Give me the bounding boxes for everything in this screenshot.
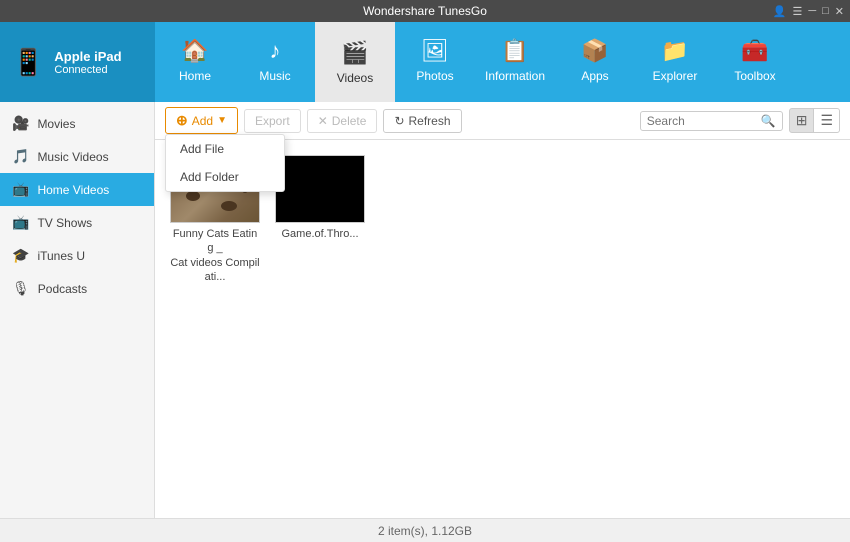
- add-dropdown-arrow: ▼: [217, 115, 227, 126]
- nav-label-toolbox: Toolbox: [734, 69, 775, 83]
- toolbar: ⊕ Add ▼ Add File Add Folder Export ✕ Del…: [155, 102, 850, 140]
- sidebar-item-tv-shows[interactable]: 📺 TV Shows: [0, 206, 154, 239]
- user-icon[interactable]: 👤: [773, 5, 787, 18]
- sidebar-label-home-videos: Home Videos: [37, 183, 109, 197]
- nav-item-information[interactable]: 📋 Information: [475, 22, 555, 102]
- app-title: Wondershare TunesGo: [363, 4, 487, 18]
- add-label: Add: [192, 114, 213, 128]
- nav-item-videos[interactable]: 🎬 Videos: [315, 22, 395, 102]
- search-icon: 🔍: [761, 114, 776, 128]
- delete-label: Delete: [332, 114, 367, 128]
- main-area: 🎥 Movies 🎵 Music Videos 📺 Home Videos 📺 …: [0, 102, 850, 518]
- sidebar-label-tv-shows: TV Shows: [37, 216, 92, 230]
- status-text: 2 item(s), 1.12GB: [378, 524, 472, 538]
- content-area: ⊕ Add ▼ Add File Add Folder Export ✕ Del…: [155, 102, 850, 518]
- device-info: 📱 Apple iPad Connected: [0, 22, 155, 102]
- nav-item-toolbox[interactable]: 🧰 Toolbox: [715, 22, 795, 102]
- add-button[interactable]: ⊕ Add ▼: [165, 107, 238, 134]
- sidebar-item-music-videos[interactable]: 🎵 Music Videos: [0, 140, 154, 173]
- device-text: Apple iPad Connected: [54, 49, 121, 76]
- view-buttons: ⊞ ☰: [789, 108, 840, 133]
- toolbox-icon: 🧰: [741, 38, 768, 64]
- sidebar-label-podcasts: Podcasts: [38, 282, 87, 296]
- explorer-icon: 📁: [661, 38, 688, 64]
- export-button[interactable]: Export: [244, 109, 301, 133]
- sidebar-item-movies[interactable]: 🎥 Movies: [0, 107, 154, 140]
- videos-icon: 🎬: [341, 40, 368, 66]
- nav-label-information: Information: [485, 69, 545, 83]
- refresh-icon: ↻: [394, 114, 404, 128]
- window-controls: 👤 ☰ ─ □ ✕: [773, 5, 844, 18]
- information-icon: 📋: [501, 38, 528, 64]
- minimize-icon[interactable]: ─: [808, 5, 816, 17]
- nav-label-home: Home: [179, 69, 211, 83]
- home-icon: 🏠: [181, 38, 208, 64]
- add-file-item[interactable]: Add File: [166, 135, 284, 163]
- itunes-u-icon: 🎓: [12, 247, 29, 264]
- sidebar-label-movies: Movies: [37, 117, 75, 131]
- statusbar: 2 item(s), 1.12GB: [0, 518, 850, 542]
- close-icon[interactable]: ✕: [835, 5, 844, 18]
- titlebar: Wondershare TunesGo 👤 ☰ ─ □ ✕: [0, 0, 850, 22]
- nav-label-videos: Videos: [337, 71, 373, 85]
- maximize-icon[interactable]: □: [822, 5, 829, 17]
- device-status: Connected: [54, 64, 121, 76]
- sidebar-label-music-videos: Music Videos: [37, 150, 108, 164]
- device-icon: 📱: [12, 47, 44, 78]
- sidebar-label-itunes-u: iTunes U: [37, 249, 85, 263]
- navbar: 📱 Apple iPad Connected 🏠 Home ♪ Music 🎬 …: [0, 22, 850, 102]
- nav-label-photos: Photos: [416, 69, 453, 83]
- nav-item-music[interactable]: ♪ Music: [235, 22, 315, 102]
- nav-label-explorer: Explorer: [653, 69, 698, 83]
- sidebar-item-home-videos[interactable]: 📺 Home Videos: [0, 173, 154, 206]
- tv-shows-icon: 📺: [12, 214, 29, 231]
- black-thumbnail: [276, 156, 364, 222]
- grid-view-button[interactable]: ⊞: [789, 108, 815, 133]
- search-box: 🔍: [640, 111, 783, 131]
- search-input[interactable]: [647, 114, 757, 128]
- sidebar-item-podcasts[interactable]: 🎙 Podcasts: [0, 272, 154, 305]
- sidebar: 🎥 Movies 🎵 Music Videos 📺 Home Videos 📺 …: [0, 102, 155, 518]
- nav-item-explorer[interactable]: 📁 Explorer: [635, 22, 715, 102]
- list-view-button[interactable]: ☰: [813, 108, 840, 133]
- photos-icon: 🖼: [421, 38, 449, 64]
- delete-button[interactable]: ✕ Delete: [307, 109, 378, 133]
- music-videos-icon: 🎵: [12, 148, 29, 165]
- nav-item-home[interactable]: 🏠 Home: [155, 22, 235, 102]
- nav-label-music: Music: [259, 69, 290, 83]
- add-dropdown: Add File Add Folder: [165, 134, 285, 192]
- nav-label-apps: Apps: [581, 69, 608, 83]
- refresh-label: Refresh: [409, 114, 451, 128]
- export-label: Export: [255, 114, 290, 128]
- music-icon: ♪: [270, 38, 281, 64]
- nav-item-photos[interactable]: 🖼 Photos: [395, 22, 475, 102]
- device-name: Apple iPad: [54, 49, 121, 64]
- sidebar-item-itunes-u[interactable]: 🎓 iTunes U: [0, 239, 154, 272]
- add-plus-icon: ⊕: [176, 112, 188, 129]
- add-folder-item[interactable]: Add Folder: [166, 163, 284, 191]
- refresh-button[interactable]: ↻ Refresh: [383, 109, 461, 133]
- nav-item-apps[interactable]: 📦 Apps: [555, 22, 635, 102]
- menu-icon[interactable]: ☰: [792, 5, 802, 18]
- movies-icon: 🎥: [12, 115, 29, 132]
- file-item-2[interactable]: Game.of.Thro...: [275, 155, 365, 284]
- apps-icon: 📦: [581, 38, 608, 64]
- file-name-2: Game.of.Thro...: [281, 227, 358, 241]
- podcasts-icon: 🎙: [12, 280, 30, 297]
- home-videos-icon: 📺: [12, 181, 29, 198]
- delete-icon: ✕: [318, 114, 328, 128]
- nav-items: 🏠 Home ♪ Music 🎬 Videos 🖼 Photos 📋 Infor…: [155, 22, 850, 102]
- file-thumb-2: [275, 155, 365, 223]
- files-grid: Funny Cats Eating _Cat videos Compilati.…: [155, 140, 850, 518]
- file-name-1: Funny Cats Eating _Cat videos Compilati.…: [170, 227, 260, 284]
